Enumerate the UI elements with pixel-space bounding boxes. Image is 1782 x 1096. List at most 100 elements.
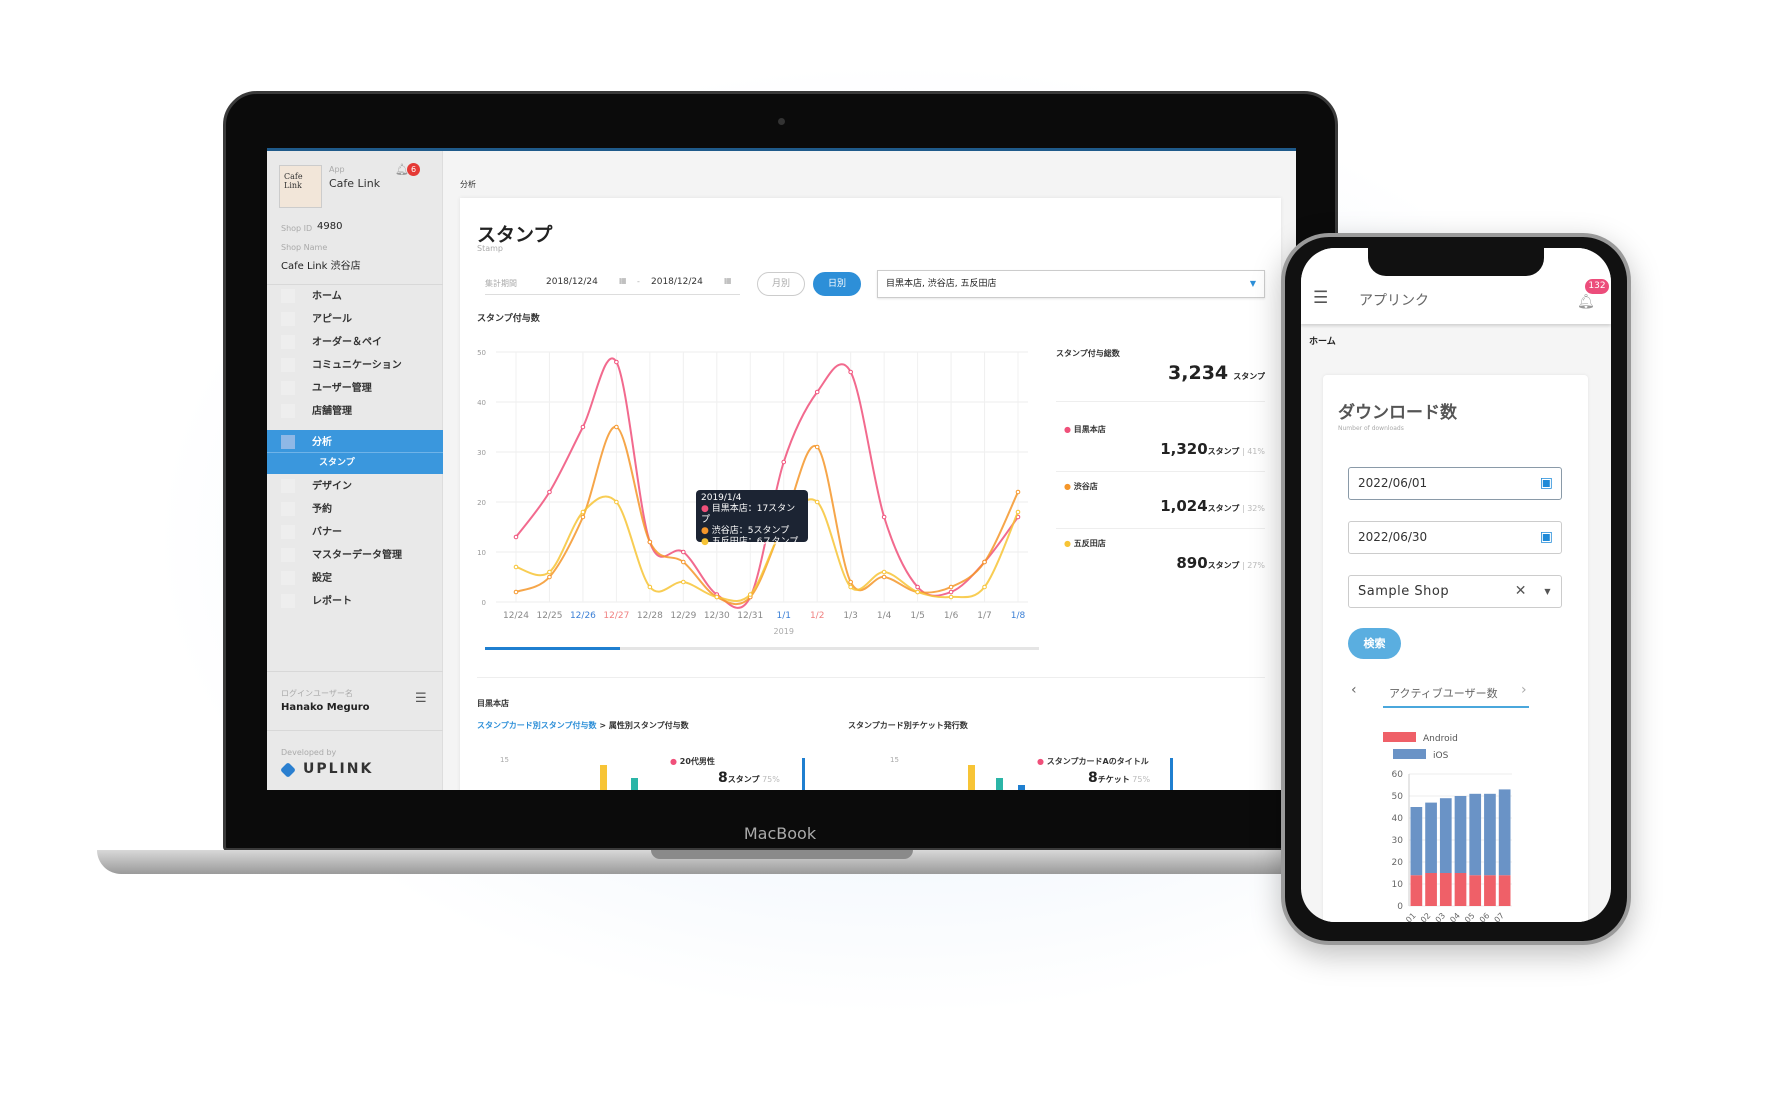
stamp-card-link[interactable]: スタンプカード別スタンプ付与数 (477, 721, 597, 730)
store-name: ● 五反田店 (1064, 539, 1106, 548)
sidebar-item[interactable]: レポート (267, 589, 443, 615)
start-date[interactable]: 2018/12/24 (546, 277, 598, 287)
calendar-icon[interactable]: ▣ (1540, 468, 1553, 499)
data-point (614, 359, 619, 365)
menu-icon[interactable]: ☰ (415, 691, 427, 706)
sidebar-subitem-stamp[interactable]: スタンプ (267, 452, 443, 474)
store-select[interactable]: 目黒本店, 渋谷店, 五反田店 ▼ (877, 270, 1265, 298)
y-tick-label: 40 (1392, 814, 1404, 824)
daily-button[interactable]: 日別 (813, 272, 861, 296)
developed-by: Developed by (281, 748, 337, 757)
scrollbar-thumb[interactable] (485, 647, 620, 650)
bar-segment (1410, 875, 1423, 906)
x-tick-label: 02 (1419, 911, 1433, 922)
chevron-right-icon[interactable]: › (1521, 682, 1527, 698)
bar-segment (1484, 875, 1496, 906)
mini-scrollbar[interactable] (1170, 758, 1173, 790)
bell-icon[interactable]: 🔔︎ (1577, 294, 1595, 310)
data-point (681, 579, 686, 585)
x-tick-label: 06 (1478, 911, 1492, 922)
app-title: アプリンク (1359, 293, 1429, 309)
sidebar-item-label: 予約 (312, 504, 332, 515)
menu-item-icon (281, 404, 295, 418)
bar-segment (1425, 802, 1437, 873)
search-button[interactable]: 検索 (1348, 628, 1401, 659)
data-point (580, 509, 586, 515)
data-point (513, 564, 519, 570)
start-date-input[interactable]: 2022/06/01 ▣ (1348, 467, 1562, 500)
data-point (915, 589, 920, 595)
chart-links: スタンプカード別スタンプ付与数 > 属性別スタンプ付与数 (477, 721, 689, 730)
x-tick-label: 12/28 (637, 611, 663, 621)
card-subtitle: Number of downloads (1338, 425, 1404, 432)
legend-label: Android (1423, 734, 1458, 744)
login-user: Hanako Meguro (281, 702, 370, 713)
bar-segment (1439, 798, 1452, 873)
menu-item-icon (281, 312, 295, 326)
bar-segment (1469, 793, 1482, 876)
mini-scrollbar[interactable] (802, 758, 805, 790)
bar-segment (1410, 807, 1423, 876)
chevron-left-icon[interactable]: ‹ (1351, 682, 1357, 698)
chart-scrollbar[interactable] (485, 647, 1039, 650)
y-tick-label: 50 (477, 349, 486, 357)
x-tick-label: 1/7 (977, 611, 991, 621)
calendar-icon[interactable]: ▦ (724, 276, 732, 285)
y-tick-label: 30 (477, 449, 486, 457)
x-tick-label: 1/4 (877, 611, 892, 621)
data-point (614, 424, 619, 430)
hamburger-icon[interactable]: ☰ (1313, 288, 1328, 308)
mini-value: 8スタンプ 75% (718, 770, 780, 786)
camera (778, 118, 785, 125)
sidebar-item-label: 分析 (312, 437, 332, 448)
calendar-icon[interactable]: ▣ (1540, 522, 1553, 553)
tab-active-users[interactable]: アクティブユーザー数 (1389, 685, 1498, 701)
breadcrumb[interactable]: 分析 (460, 179, 476, 190)
bar (600, 765, 607, 790)
data-point (881, 569, 887, 575)
data-point (614, 499, 619, 505)
end-date[interactable]: 2018/12/24 (651, 277, 703, 287)
data-point (1015, 509, 1021, 515)
y-tick-label: 50 (1392, 792, 1404, 802)
store-name: ● 渋谷店 (1064, 482, 1098, 491)
tab-underline (1383, 706, 1529, 708)
chart-tooltip: 2019/1/4 ● 目黒本店：17スタンプ ● 渋谷店：5スタンプ ● 五反田… (696, 490, 808, 547)
bar-segment (1454, 796, 1467, 873)
shop-id-label: Shop ID (281, 224, 313, 233)
bar-segment (1439, 873, 1452, 906)
bar-segment (1484, 793, 1496, 876)
x-tick-label: 12/26 (570, 611, 596, 621)
x-tick-label: 01 (1404, 911, 1418, 922)
bar-segment (1454, 873, 1467, 906)
calendar-icon[interactable]: ▦ (619, 276, 627, 285)
mini-legend: ● スタンプカードAのタイトル (1037, 757, 1149, 766)
chevron-down-icon: ▼ (1249, 279, 1256, 288)
bar-segment (1469, 875, 1482, 906)
active-users-bar-chart: Android iOS 0 10 20 30 40 50 60 01 02 03 04 05 06 07 (1383, 732, 1512, 922)
clear-icon[interactable]: ✕ (1515, 576, 1527, 607)
stamp-card: スタンプ Stamp 集計期間 2018/12/24 ▦ - 2018/12/2… (460, 198, 1281, 790)
data-point (814, 389, 820, 395)
chevron-down-icon[interactable]: ▼ (1544, 576, 1551, 607)
x-tick-label: 03 (1434, 911, 1448, 922)
sidebar-item[interactable]: 店舗管理 (267, 399, 443, 425)
store-value: 1,320スタンプ | 41% (1160, 440, 1265, 458)
bar (1018, 785, 1025, 790)
data-point (647, 584, 653, 590)
breadcrumb[interactable]: ホーム (1309, 334, 1336, 347)
sidebar-item-label: アピール (312, 314, 352, 325)
store-select-value: 目黒本店, 渋谷店, 五反田店 (886, 279, 997, 289)
sidebar-item-label: オーダー＆ペイ (312, 337, 382, 348)
period-label: 集計期間 (485, 279, 517, 288)
menu-item-icon (281, 381, 295, 395)
monthly-button[interactable]: 月別 (757, 272, 805, 296)
right-chart-title: スタンプカード別チケット発行数 (848, 721, 968, 730)
attribute-link[interactable]: 属性別スタンプ付与数 (609, 721, 689, 730)
menu-item-icon (281, 525, 295, 539)
end-date-input[interactable]: 2022/06/30 ▣ (1348, 521, 1562, 554)
store-value: 1,024スタンプ | 32% (1160, 497, 1265, 515)
sidebar-item-label: 店舗管理 (312, 406, 352, 417)
shop-select[interactable]: Sample Shop ✕ ▼ (1348, 575, 1562, 608)
menu-item-icon (281, 335, 295, 349)
